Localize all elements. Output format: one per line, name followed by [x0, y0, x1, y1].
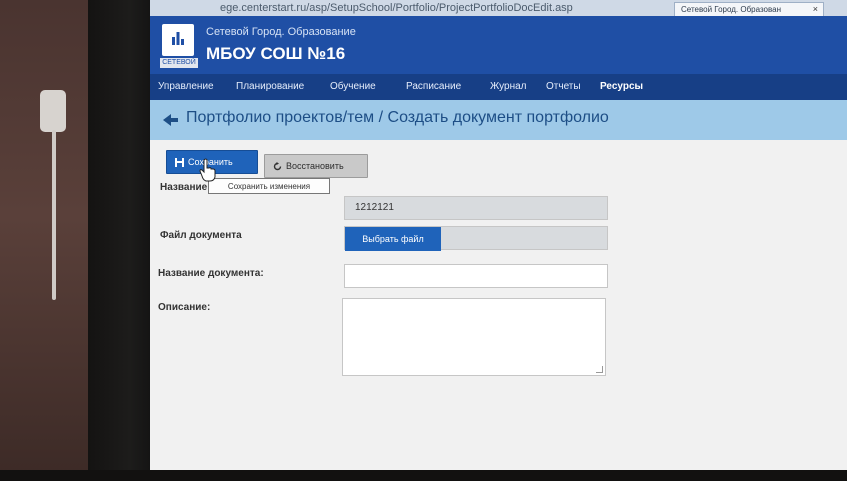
school-name: МБОУ СОШ №16: [206, 44, 346, 63]
nav-item-reports[interactable]: Отчеты: [546, 81, 581, 92]
hand-cursor-icon: [199, 158, 216, 182]
address-url[interactable]: ege.centerstart.ru/asp/SetupSchool/Portf…: [220, 2, 573, 14]
monitor-bottom-edge: [0, 470, 847, 481]
browser-tab-title: Сетевой Город. Образован: [681, 5, 782, 14]
save-tooltip: Сохранить изменения: [208, 178, 330, 194]
monitor-bezel: [88, 0, 158, 481]
resize-handle[interactable]: [596, 366, 603, 373]
app-header: СЕТЕВОЙ Сетевой Город. Образование МБОУ …: [150, 16, 847, 74]
nav-item-journal[interactable]: Журнал: [490, 81, 527, 92]
restore-button-label: Восстановить: [286, 161, 344, 171]
nav-item-learning[interactable]: Обучение: [330, 81, 376, 92]
page-title: Портфолио проектов/тем / Создать докумен…: [186, 109, 609, 126]
nav-item-management[interactable]: Управление: [158, 81, 214, 92]
description-label: Описание:: [158, 302, 211, 313]
cable: [52, 130, 56, 300]
org-name: Сетевой Город. Образование: [206, 26, 356, 38]
back-arrow-icon[interactable]: [160, 110, 180, 130]
logo: [162, 24, 194, 56]
page-title-bar: Портфолио проектов/тем / Создать докумен…: [150, 100, 847, 140]
refresh-icon: [273, 162, 282, 171]
nav-item-schedule[interactable]: Расписание: [406, 81, 461, 92]
browser-tab[interactable]: Сетевой Город. Образован ×: [674, 2, 824, 16]
name-input[interactable]: 1212121: [344, 196, 608, 220]
floppy-disk-icon: [175, 158, 184, 168]
document-name-input[interactable]: [344, 264, 608, 288]
document-name-label: Название документа:: [158, 268, 264, 279]
nav-item-planning[interactable]: Планирование: [236, 81, 304, 92]
close-icon[interactable]: ×: [813, 4, 818, 14]
file-picker[interactable]: Выбрать файл: [344, 226, 608, 251]
logo-caption: СЕТЕВОЙ: [160, 58, 198, 68]
name-label: Название:: [160, 182, 211, 193]
screen: ege.centerstart.ru/asp/SetupSchool/Portf…: [150, 0, 847, 470]
browser-address-bar: ege.centerstart.ru/asp/SetupSchool/Portf…: [150, 0, 847, 16]
choose-file-button[interactable]: Выбрать файл: [345, 227, 441, 251]
nav-item-resources[interactable]: Ресурсы: [600, 81, 643, 92]
description-textarea[interactable]: [342, 298, 606, 376]
restore-button[interactable]: Восстановить: [264, 154, 368, 178]
name-input-value: 1212121: [355, 202, 394, 213]
form-area: Сохранить Восстановить Название: Сохрани…: [150, 140, 847, 470]
wall-plug: [40, 90, 66, 132]
main-nav: Управление Планирование Обучение Расписа…: [150, 74, 847, 100]
file-label: Файл документа: [160, 230, 242, 241]
logo-icon: [172, 32, 184, 45]
